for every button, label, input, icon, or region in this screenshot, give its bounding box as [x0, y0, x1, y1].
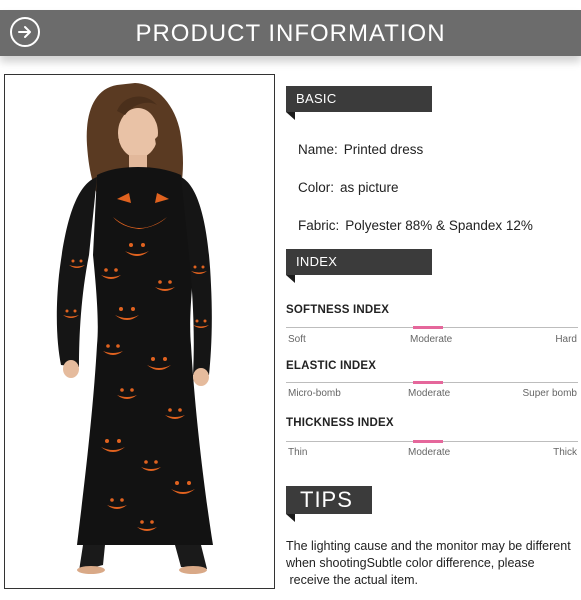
basic-information-tag: BASIC INFORMATION — [286, 86, 432, 132]
fabric-value: Polyester 88% & Spandex 12% — [345, 218, 533, 233]
color-value: as picture — [340, 180, 399, 195]
thickness-marker — [413, 440, 443, 443]
tips-line-3: receive the actual item. — [286, 573, 419, 587]
softness-marker — [413, 326, 443, 329]
fabric-row: Fabric: Polyester 88% & Spandex 12% — [298, 218, 533, 233]
page-title: PRODUCT INFORMATION — [135, 20, 446, 47]
name-label: Name: — [298, 142, 338, 157]
elastic-left-label: Micro-bomb — [288, 388, 341, 399]
color-row: Color: as picture — [298, 180, 399, 195]
thickness-left-label: Thin — [288, 447, 308, 458]
index-parameter-tag: INDEX PARAMETER — [286, 249, 432, 295]
softness-right-label: Hard — [555, 334, 577, 345]
thickness-index-title: THICKNESS INDEX — [286, 417, 394, 429]
name-row: Name: Printed dress — [298, 142, 423, 157]
color-label: Color: — [298, 180, 335, 195]
elastic-right-label: Super bomb — [522, 388, 577, 399]
elastic-mid-label: Moderate — [408, 388, 451, 399]
tips-tag: TIPS — [286, 486, 372, 522]
softness-mid-label: Moderate — [410, 334, 453, 345]
tips-text: The lighting cause and the monitor may b… — [286, 538, 578, 589]
tips-line-1: The lighting cause and the monitor may b… — [286, 539, 571, 553]
tips-line-2: when shootingSubtle color difference, pl… — [286, 556, 535, 570]
product-photo — [4, 74, 275, 589]
fabric-label: Fabric: — [298, 218, 340, 233]
header-bar: PRODUCT INFORMATION — [0, 10, 581, 56]
elastic-index-title: ELASTIC INDEX — [286, 360, 377, 372]
name-value: Printed dress — [343, 142, 424, 157]
elastic-marker — [413, 381, 443, 384]
softness-left-label: Soft — [288, 334, 306, 345]
softness-index-title: SOFTNESS INDEX — [286, 304, 390, 316]
thickness-right-label: Thick — [553, 447, 577, 458]
thickness-mid-label: Moderate — [408, 447, 451, 458]
